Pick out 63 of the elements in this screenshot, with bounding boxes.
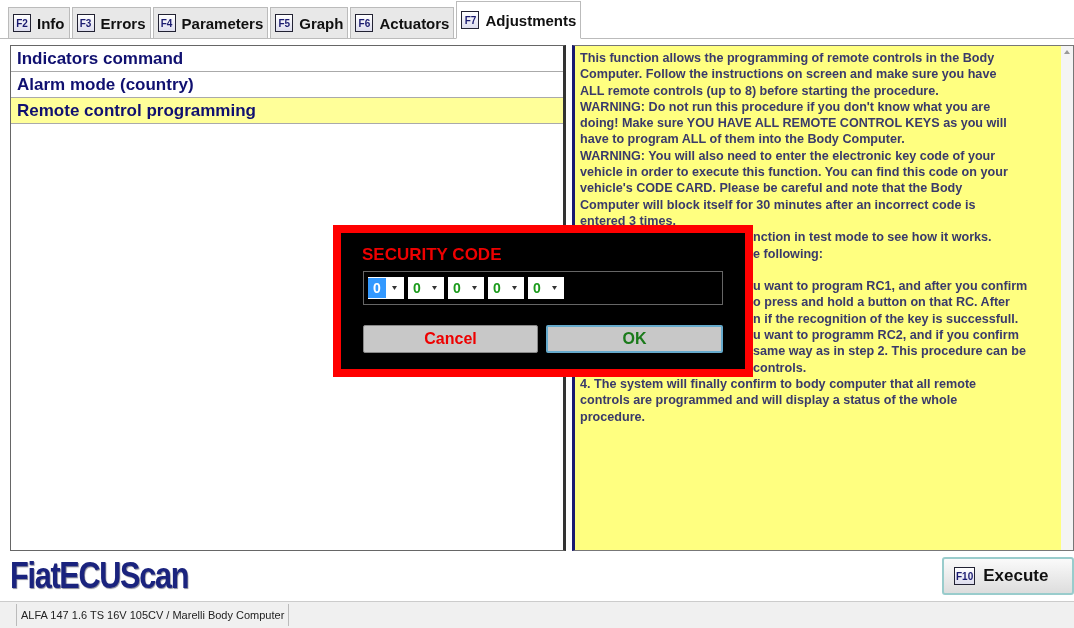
execute-button[interactable]: F10 Execute	[942, 557, 1074, 595]
key-label: F3	[76, 14, 95, 32]
tab-label: Errors	[100, 14, 146, 32]
description-line: have to program ALL of them into the Body Computer.	[580, 131, 905, 148]
description-line: vehicle in order to execute this function. You can find this code on your	[580, 164, 1008, 181]
digit-value: 0	[452, 279, 462, 298]
description-line: o press and hold a button on that RC. After	[753, 294, 1010, 311]
tab[interactable]: F5 Graph	[270, 7, 349, 38]
tab[interactable]: F2 Info	[8, 7, 70, 38]
tab[interactable]: F3 Errors	[71, 7, 151, 38]
description-line: 4. The system will finally confirm to body computer that all remote	[580, 375, 977, 393]
description-line: Computer will block itself for 30 minutes after an incorrect code is	[580, 196, 976, 213]
tab[interactable]: F7 Adjustments	[456, 1, 582, 39]
key-label: F10	[954, 567, 976, 585]
digit-dropdown[interactable]: 0	[408, 277, 444, 299]
description-line: controls are programmed and will display a status of the whole	[580, 392, 958, 409]
tab-label: Graph	[299, 14, 344, 32]
tab-label: Actuators	[379, 14, 450, 32]
description-line: vehicle's CODE CARD. Please be careful and note that the Body	[580, 180, 963, 197]
description-line: entered 3 times.	[580, 212, 676, 230]
tab-label: Info	[37, 14, 65, 32]
description-line: u want to programm RC2, and if you confirm	[753, 327, 1019, 344]
digit-dropdown[interactable]: 0	[488, 277, 524, 299]
function-item[interactable]: Remote control programming	[11, 98, 563, 124]
dropdown-caret-icon	[432, 286, 437, 290]
scroll-up-icon[interactable]	[1064, 50, 1070, 54]
tab[interactable]: F4 Parameters	[152, 7, 269, 38]
key-label: F7	[461, 11, 480, 29]
logo: FiatECUScan	[10, 555, 189, 597]
description-line: WARNING: Do not run this procedure if you don't know what you are	[580, 98, 991, 116]
scrollbar[interactable]	[1061, 46, 1073, 550]
description-line: nction in test mode to see how it works.	[753, 229, 992, 246]
dropdown-caret-icon	[512, 286, 517, 290]
tab[interactable]: F6 Actuators	[350, 7, 455, 38]
dropdown-caret-icon	[552, 286, 557, 290]
description-line: procedure.	[580, 408, 646, 425]
dropdown-caret-icon	[392, 286, 397, 290]
digit-dropdown[interactable]: 0	[528, 277, 564, 299]
description-line: u want to program RC1, and after you confirm	[753, 278, 1028, 295]
status-text: ALFA 147 1.6 TS 16V 105CV / Marelli Body Computer	[16, 604, 290, 626]
digit-value: 0	[412, 279, 422, 298]
description-line: ALL remote controls (up to 8) before starting the procedure.	[580, 82, 939, 99]
tab-label: Adjustments	[485, 11, 577, 29]
description-line: WARNING: You will also need to enter the electronic key code of your	[580, 147, 996, 165]
description-line: This function allows the programming of remote controls in the Body	[580, 50, 995, 67]
key-label: F5	[275, 14, 294, 32]
description-line: same way as in step 2. This procedure can be	[753, 343, 1026, 360]
digit-value: 0	[492, 279, 502, 298]
button-label: Execute	[983, 566, 1049, 586]
description-line: doing! Make sure YOU HAVE ALL REMOTE CONTROL KEYS as you will	[580, 115, 1007, 132]
tab-label: Parameters	[181, 14, 264, 32]
dropdown-caret-icon	[472, 286, 477, 290]
key-label: F4	[157, 14, 176, 32]
digit-dropdown[interactable]: 0	[448, 277, 484, 299]
description-line: n if the recognition of the key is successfull.	[753, 310, 1019, 328]
key-label: F6	[355, 14, 374, 32]
description-line: Computer. Follow the instructions on screen and make sure you have	[580, 66, 997, 83]
key-label: F2	[13, 14, 31, 32]
digit-value: 0	[368, 278, 386, 298]
description-line: e following:	[753, 245, 823, 262]
description-line: controls.	[753, 359, 807, 376]
digit-value: 0	[532, 279, 542, 298]
dialog-title: SECURITY CODE	[362, 245, 503, 265]
